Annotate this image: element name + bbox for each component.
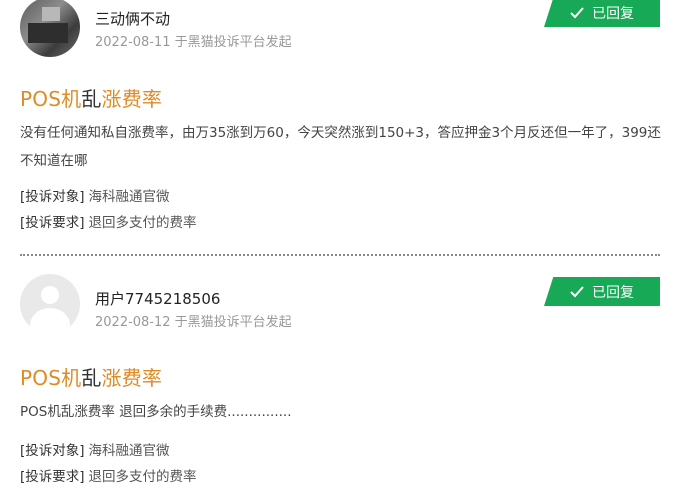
status-badge: 已回复 [544,277,660,306]
username[interactable]: 用户7745218506 [95,288,220,309]
title-part: POS机 [20,366,82,390]
default-user-icon[interactable] [20,274,80,334]
complaint-card: 用户7745218506 2022-08-12 于黑猫投诉平台发起 已回复 PO… [0,0,680,501]
demand-label: [投诉要求] [20,469,85,485]
complaint-demand: [投诉要求] 退回多支付的费率 [20,465,197,485]
complaint-target: [投诉对象] 海科融通官微 [20,439,170,459]
check-icon [570,285,584,297]
target-value[interactable]: 海科融通官微 [89,443,170,459]
complaint-title[interactable]: POS机乱涨费率 [20,362,162,391]
complaint-meta: 2022-08-12 于黑猫投诉平台发起 [95,315,292,330]
target-label: [投诉对象] [20,443,85,459]
complaint-content: POS机乱涨费率 退回多余的手续费............... [20,404,292,420]
title-part: 涨费率 [101,366,163,390]
status-label: 已回复 [592,284,634,301]
title-part: 乱 [81,366,102,390]
demand-value: 退回多支付的费率 [88,469,197,485]
